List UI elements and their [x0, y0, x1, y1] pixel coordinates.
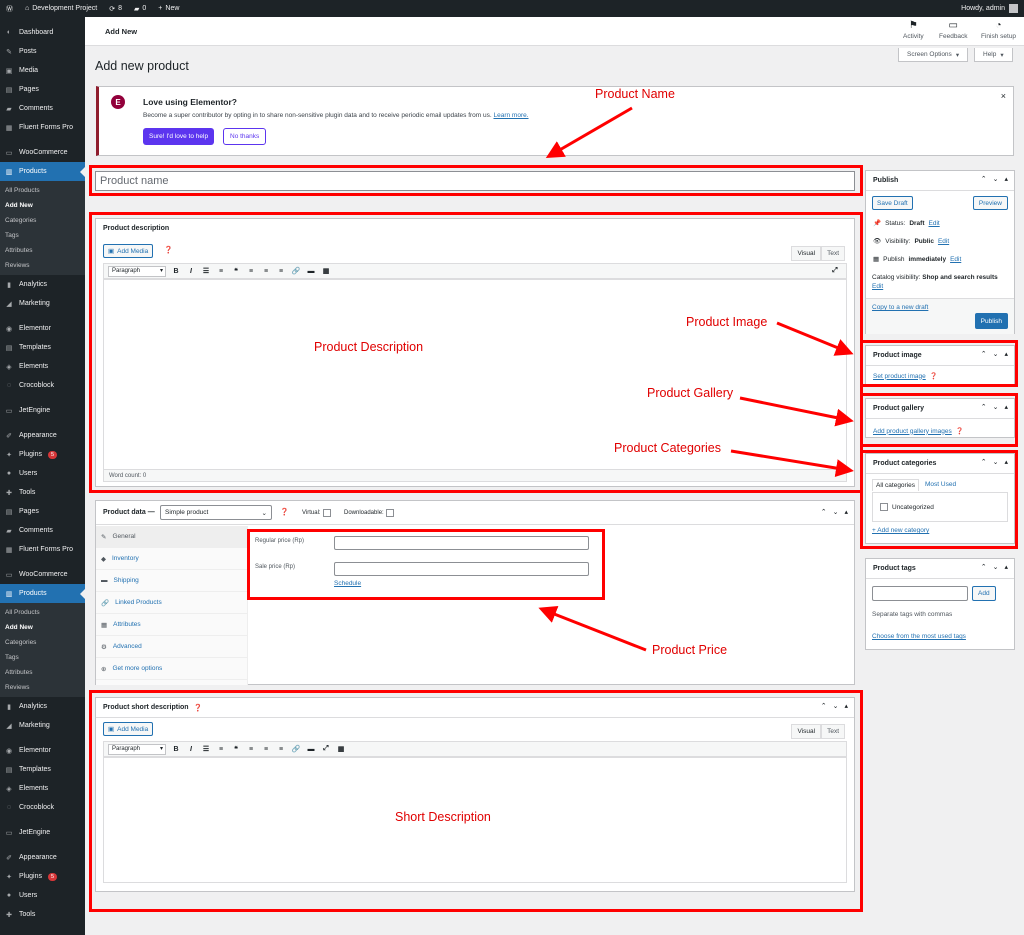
arrow-to-gallery — [739, 396, 854, 427]
arrow-to-categories — [730, 449, 854, 477]
arrow-to-price — [538, 606, 647, 652]
arrow-to-image — [776, 321, 854, 356]
annotation-arrows — [538, 106, 854, 652]
arrow-to-name — [545, 106, 633, 159]
